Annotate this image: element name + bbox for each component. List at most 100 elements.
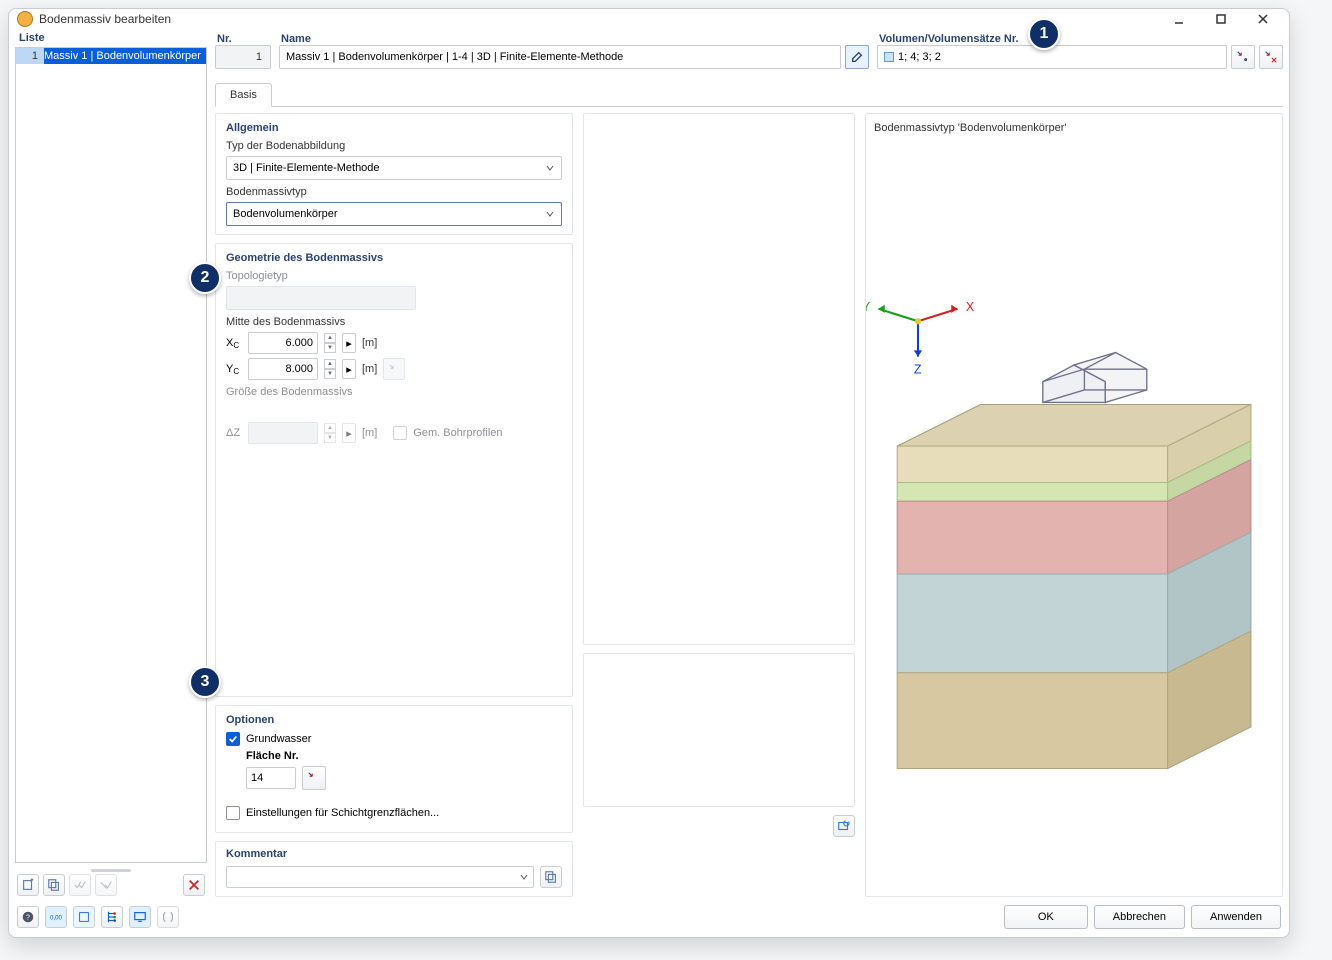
axis-x-label: X [966, 300, 975, 314]
type-value: 3D | Finite-Elemente-Methode [233, 162, 380, 174]
pick-volumes-icon[interactable] [1231, 45, 1255, 69]
axis-z-label: Z [914, 363, 922, 377]
panel-spare-bottom [583, 653, 855, 807]
general-title: Allgemein [226, 122, 562, 134]
panel-geometry: Geometrie des Bodenmassivs Topologietyp … [215, 243, 573, 697]
volumes-input[interactable]: 1; 4; 3; 2 [877, 45, 1227, 69]
drill-checkbox: Gem. Bohrprofilen [393, 426, 502, 440]
type-select[interactable]: 3D | Finite-Elemente-Methode [226, 156, 562, 180]
close-button[interactable] [1245, 9, 1281, 29]
display-icon[interactable] [129, 906, 151, 928]
copy-icon[interactable] [43, 874, 65, 896]
list-item-label: Massiv 1 | Bodenvolumenkörper [44, 50, 201, 62]
axis-y-label: Y [866, 300, 871, 314]
nr-input[interactable] [215, 45, 271, 69]
surface-input[interactable] [246, 767, 296, 789]
name-input[interactable] [279, 45, 841, 69]
units-icon[interactable]: 0,00 [45, 906, 67, 928]
uncheckall-icon[interactable] [95, 874, 117, 896]
xc-unit: [m] [362, 337, 377, 349]
yc-step-icon[interactable]: ▸ [342, 359, 356, 379]
preview-pane: Bodenmassivtyp 'Bodenvolumenkörper' X [865, 113, 1283, 897]
xc-step-icon[interactable]: ▸ [342, 333, 356, 353]
nr-label: Nr. [215, 29, 271, 45]
list-item[interactable]: 1 Massiv 1 | Bodenvolumenkörper [16, 48, 206, 64]
badge-3: 3 [189, 666, 221, 698]
script-icon[interactable] [157, 906, 179, 928]
xc-label: XC [226, 337, 242, 349]
yc-unit: [m] [362, 363, 377, 375]
window-title: Bodenmassiv bearbeiten [39, 12, 171, 26]
yc-spinner[interactable]: ▲▼ [324, 359, 336, 379]
panel-spare-top [583, 113, 855, 645]
size-label: Größe des Bodenmassivs [226, 386, 562, 398]
preview-title: Bodenmassivtyp 'Bodenvolumenkörper' [866, 114, 1282, 142]
chevron-down-icon [545, 209, 555, 219]
list-header: Liste [15, 29, 207, 47]
layer-settings-checkbox[interactable]: Einstellungen für Schichtgrenzflächen... [226, 806, 562, 820]
minimize-button[interactable] [1161, 9, 1197, 29]
view1-icon[interactable] [73, 906, 95, 928]
dz-input [248, 422, 318, 444]
cancel-button[interactable]: Abbrechen [1094, 905, 1185, 929]
dz-unit: [m] [362, 427, 377, 439]
panel-general: Allgemein Typ der Bodenabbildung 3D | Fi… [215, 113, 573, 235]
dialog-window: Bodenmassiv bearbeiten Liste 1 Massiv 1 … [8, 8, 1290, 938]
checkall-icon[interactable] [69, 874, 91, 896]
titlebar: Bodenmassiv bearbeiten [9, 9, 1289, 29]
groundwater-label: Grundwasser [246, 733, 311, 745]
badge-1: 1 [1028, 18, 1060, 50]
drill-label: Gem. Bohrprofilen [413, 427, 502, 439]
geometry-title: Geometrie des Bodenmassivs [226, 252, 562, 264]
dz-spinner: ▲▼ [324, 423, 336, 443]
volumes-value: 1; 4; 3; 2 [898, 51, 941, 63]
comment-title: Kommentar [226, 848, 562, 860]
panel-options: Optionen Grundwasser Fläche Nr. [215, 705, 573, 833]
comment-combo[interactable] [226, 866, 534, 888]
svg-text:?: ? [26, 915, 30, 922]
chevron-down-icon [519, 872, 529, 882]
refresh-preview-icon[interactable] [833, 815, 855, 837]
chevron-down-icon [545, 163, 555, 173]
tree-icon[interactable] [101, 906, 123, 928]
delete-icon[interactable] [183, 874, 205, 896]
edit-name-icon[interactable] [845, 45, 869, 69]
viewport[interactable]: X Y Z [866, 142, 1282, 896]
topo-label: Topologietyp [226, 270, 562, 282]
list-box[interactable]: 1 Massiv 1 | Bodenvolumenkörper [15, 47, 207, 863]
xc-input[interactable] [248, 332, 318, 354]
massif-value: Bodenvolumenkörper [233, 208, 338, 220]
list-item-num: 1 [16, 48, 44, 64]
massif-label: Bodenmassivtyp [226, 186, 562, 198]
yc-label: YC [226, 363, 242, 375]
groundwater-checkbox[interactable]: Grundwasser [226, 732, 562, 746]
app-icon [17, 11, 33, 27]
badge-2: 2 [189, 262, 221, 294]
volumes-label: Volumen/Volumensätze Nr. [877, 29, 1283, 45]
comment-lib-icon[interactable] [540, 866, 562, 888]
dz-label: ΔZ [226, 427, 242, 439]
yc-input[interactable] [248, 358, 318, 380]
center-label: Mitte des Bodenmassivs [226, 316, 562, 328]
yc-pick-icon [383, 358, 405, 380]
dz-step-icon: ▸ [342, 423, 356, 443]
topo-input [226, 286, 416, 310]
ok-button[interactable]: OK [1004, 905, 1088, 929]
options-title: Optionen [226, 714, 562, 726]
cube-icon [884, 52, 894, 62]
xc-spinner[interactable]: ▲▼ [324, 333, 336, 353]
apply-button[interactable]: Anwenden [1191, 905, 1281, 929]
tab-basis[interactable]: Basis [215, 83, 272, 107]
help-icon[interactable]: ? [17, 906, 39, 928]
surface-label: Fläche Nr. [246, 750, 562, 762]
type-label: Typ der Bodenabbildung [226, 140, 562, 152]
svg-text:0,00: 0,00 [50, 915, 62, 922]
panel-comment: Kommentar [215, 841, 573, 897]
pick-volumes-x-icon[interactable] [1259, 45, 1283, 69]
layer-settings-label: Einstellungen für Schichtgrenzflächen... [246, 807, 439, 819]
name-label: Name [279, 29, 869, 45]
surface-pick-icon[interactable] [302, 766, 326, 790]
massif-select[interactable]: Bodenvolumenkörper [226, 202, 562, 226]
maximize-button[interactable] [1203, 9, 1239, 29]
new-icon[interactable] [17, 874, 39, 896]
